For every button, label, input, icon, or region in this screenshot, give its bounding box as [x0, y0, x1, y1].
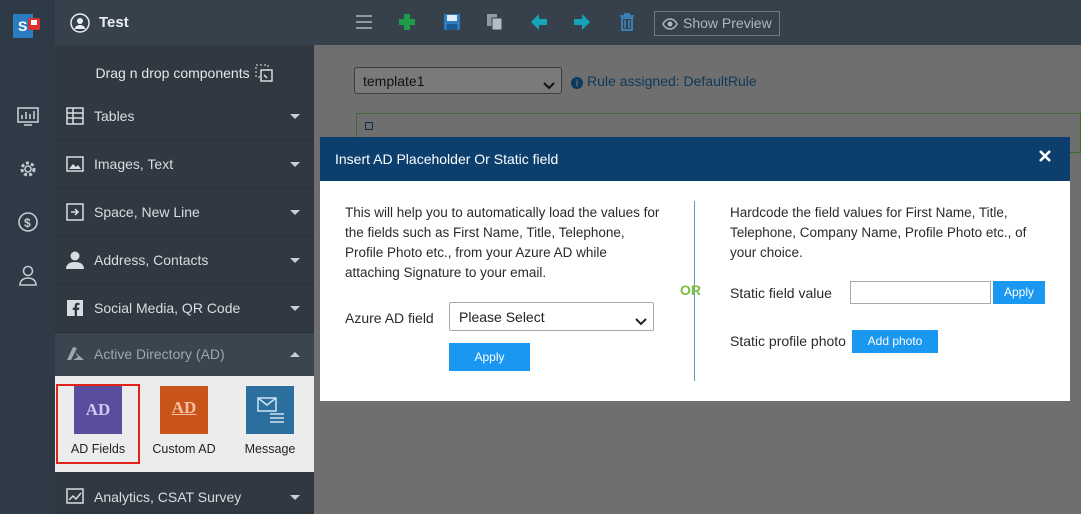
message-icon	[246, 386, 294, 434]
drag-drop-hint: Drag n drop components	[55, 64, 314, 85]
arrow-right-icon[interactable]	[572, 12, 592, 32]
save-icon[interactable]	[442, 12, 462, 32]
sidebar-item-label: Address, Contacts	[94, 252, 209, 268]
chevron-up-icon	[290, 352, 300, 357]
sidebar-item-social-media[interactable]: Social Media, QR Code	[55, 285, 314, 333]
modal-header: Insert AD Placeholder Or Static field	[320, 137, 1070, 181]
sidebar-item-label: Analytics, CSAT Survey	[94, 489, 242, 505]
ad-fields-icon-text: AD	[85, 400, 111, 419]
static-field-input[interactable]	[850, 281, 991, 304]
menu-icon[interactable]	[354, 12, 374, 32]
azure-icon	[65, 345, 85, 363]
eye-icon	[662, 18, 678, 30]
azure-field-select[interactable]: Please Select	[449, 302, 654, 331]
contact-icon	[65, 251, 85, 269]
icon-rail: S $	[0, 0, 55, 514]
tile-label: Custom AD	[152, 442, 216, 456]
image-icon	[65, 155, 85, 173]
svg-text:$: $	[24, 216, 31, 230]
tile-label: AD Fields	[70, 442, 126, 456]
table-icon	[65, 107, 85, 125]
ad-components-panel: AD AD Fields AD Custom AD Message	[55, 376, 314, 472]
sidebar-item-label: Images, Text	[94, 156, 174, 172]
app-logo-icon[interactable]: S	[12, 10, 42, 40]
trash-icon[interactable]	[617, 12, 637, 32]
message-tile[interactable]: Message	[230, 386, 310, 456]
apply-azure-button[interactable]: Apply	[449, 343, 530, 371]
ad-fields-tile[interactable]: AD AD Fields	[56, 384, 140, 464]
facebook-icon	[65, 299, 85, 317]
close-icon[interactable]	[1037, 148, 1053, 164]
static-field-label: Static field value	[730, 285, 832, 301]
analytics-icon	[65, 487, 85, 505]
drag-drop-icon	[255, 64, 274, 85]
modal-title: Insert AD Placeholder Or Static field	[335, 151, 559, 167]
rule-assigned-info: i Rule assigned: DefaultRule	[571, 73, 757, 89]
chevron-down-icon	[290, 162, 300, 167]
billing-icon[interactable]: $	[17, 211, 39, 233]
chevron-down-icon	[290, 495, 300, 500]
azure-description: This will help you to automatically load…	[345, 205, 660, 280]
component-sidebar: Test Drag n drop components Tables Image…	[55, 0, 314, 514]
svg-text:S: S	[18, 18, 27, 34]
sidebar-item-images-text[interactable]: Images, Text	[55, 141, 314, 189]
apply-static-button[interactable]: Apply	[993, 281, 1045, 304]
or-separator: OR	[680, 282, 701, 298]
sidebar-item-label: Social Media, QR Code	[94, 300, 241, 316]
add-photo-button[interactable]: Add photo	[852, 330, 938, 353]
dashboard-icon[interactable]	[17, 105, 39, 127]
sidebar-item-space-new-line[interactable]: Space, New Line	[55, 189, 314, 237]
chevron-down-icon	[290, 258, 300, 263]
custom-ad-tile[interactable]: AD Custom AD	[144, 386, 224, 456]
sidebar-header: Test	[55, 0, 314, 45]
azure-field-select-value: Please Select	[459, 309, 545, 325]
chevron-down-icon	[290, 114, 300, 119]
user-icon[interactable]	[17, 264, 39, 286]
ad-fields-icon: AD	[74, 386, 122, 434]
chevron-down-icon	[290, 306, 300, 311]
info-icon: i	[571, 77, 583, 89]
rule-assigned-text: Rule assigned: DefaultRule	[587, 73, 757, 89]
static-photo-label: Static profile photo	[730, 333, 846, 349]
account-icon	[70, 13, 90, 33]
chevron-down-icon	[635, 313, 647, 329]
show-preview-button[interactable]: Show Preview	[654, 11, 780, 36]
show-preview-label: Show Preview	[683, 15, 772, 31]
tile-label: Message	[244, 442, 296, 456]
static-description: Hardcode the field values for First Name…	[730, 205, 1027, 260]
chevron-down-icon	[290, 210, 300, 215]
template-select[interactable]: template1	[354, 67, 562, 94]
sidebar-item-analytics[interactable]: Analytics, CSAT Survey	[55, 474, 314, 514]
new-line-icon	[65, 203, 85, 221]
add-icon[interactable]	[397, 12, 417, 32]
sidebar-item-tables[interactable]: Tables	[55, 93, 314, 141]
sidebar-item-label: Active Directory (AD)	[94, 346, 225, 362]
sidebar-item-active-directory[interactable]: Active Directory (AD)	[55, 333, 314, 377]
drag-drop-label: Drag n drop components	[95, 65, 250, 82]
custom-ad-icon: AD	[160, 386, 208, 434]
insert-ad-modal: Insert AD Placeholder Or Static field Th…	[320, 137, 1070, 401]
editor-toolbar: Show Preview	[314, 0, 1081, 45]
sidebar-item-label: Space, New Line	[94, 204, 200, 220]
gear-icon[interactable]	[17, 158, 39, 180]
app-title: Test	[99, 14, 129, 31]
sidebar-item-address-contacts[interactable]: Address, Contacts	[55, 237, 314, 285]
sidebar-item-label: Tables	[94, 108, 135, 124]
arrow-left-icon[interactable]	[529, 12, 549, 32]
azure-field-label: Azure AD field	[345, 310, 434, 326]
template-select-value: template1	[363, 73, 425, 89]
custom-ad-icon-text: AD	[171, 398, 197, 417]
canvas-handle[interactable]	[365, 122, 373, 130]
chevron-down-icon	[543, 77, 555, 93]
copy-icon[interactable]	[485, 12, 505, 32]
